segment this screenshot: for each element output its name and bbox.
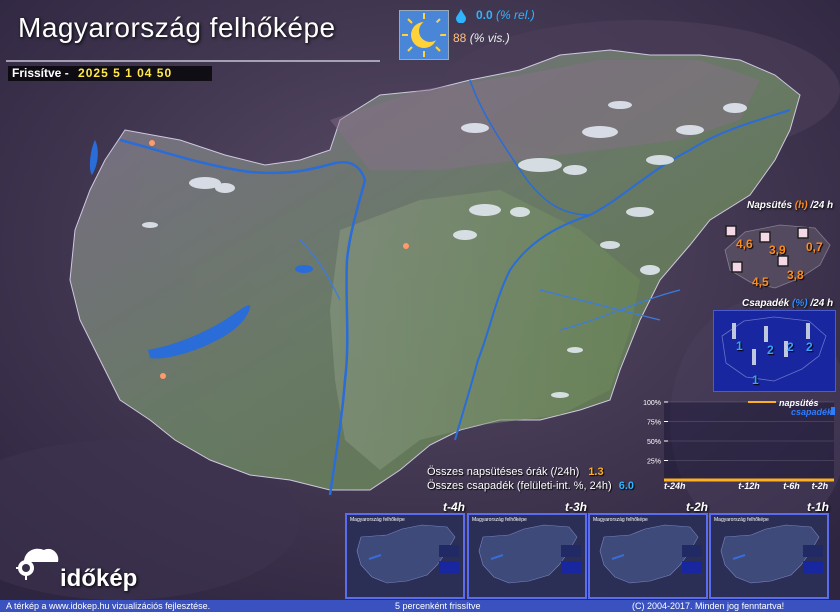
thumbnail-label: t-2h — [686, 500, 708, 514]
visible-cloud: 88 (% vis.) — [453, 31, 510, 45]
y-tick-label: 75% — [647, 420, 661, 427]
y-tick-label: 100% — [643, 400, 661, 407]
summary-precip-value: 6.0 — [618, 480, 634, 492]
precip-region-map — [713, 310, 836, 392]
thumbnail-title: Magyarország felhőképe — [472, 517, 527, 523]
sun-marker-icon — [759, 231, 771, 243]
thumbnail-label: t-4h — [443, 500, 465, 514]
vis-value: 88 — [453, 31, 467, 45]
rain-bar-icon — [732, 323, 736, 339]
sunshine-value-center: 3,9 — [769, 243, 786, 257]
rain-bar-icon — [806, 323, 810, 339]
x-tick-label: t-6h — [783, 481, 800, 490]
sunshine-title-suffix: /24 h — [810, 200, 834, 211]
sunshine-region-map — [724, 224, 831, 289]
thumbnail-map — [478, 524, 581, 584]
sunshine-title-unit: (h) — [794, 200, 808, 211]
updated-value: 2025 5 1 04 50 — [78, 66, 173, 80]
footer-update-interval: 5 percenként frissítve — [395, 601, 481, 611]
page-title: Magyarország felhőképe — [18, 12, 336, 43]
thumbnail-map — [356, 524, 459, 584]
sunshine-value-southeast: 3,8 — [787, 268, 804, 282]
sunshine-value-west: 4,6 — [736, 237, 753, 251]
legend-precip-label: csapadék — [791, 407, 833, 417]
rel-value: 0.0 — [476, 8, 493, 22]
precip-title-unit: (%) — [792, 298, 808, 309]
precip-value-southeast: 2 — [787, 340, 794, 354]
precip-value-center: 2 — [767, 343, 774, 357]
thumbnail-title: Magyarország felhőképe — [714, 517, 769, 523]
precip-title-suffix: /24 h — [810, 298, 834, 309]
sun-marker-icon — [731, 261, 743, 273]
x-tick-label: t-2h — [812, 481, 829, 490]
updated-bar: Frissítve - 2025 5 1 04 50 — [8, 66, 212, 81]
summary-sunshine: Összes napsütéses órák (/24h) 1.3 — [427, 466, 604, 478]
x-tick-label: t-12h — [738, 481, 760, 490]
thumbnail-title: Magyarország felhőképe — [593, 517, 648, 523]
sun-marker-icon — [797, 227, 809, 239]
precip-value-west: 1 — [736, 339, 743, 353]
water-drop-icon — [455, 9, 467, 24]
relative-humidity: 0.0 (% rel.) — [476, 8, 535, 22]
x-tick-label: t-24h — [664, 481, 686, 490]
cloud-map-view: Magyarország felhőképe Frissítve - 2025 … — [0, 0, 840, 612]
summary-sunshine-value: 1.3 — [588, 466, 604, 478]
precip-panel-title: Csapadék (%) /24 h — [742, 298, 833, 309]
updated-label: Frissítve - — [12, 66, 69, 80]
summary-precip: Összes csapadék (felületi-int. %, 24h) 6… — [427, 480, 634, 492]
y-tick-label: 50% — [647, 439, 661, 446]
thumbnail-map — [599, 524, 702, 584]
thumbnail-title: Magyarország felhőképe — [350, 517, 405, 523]
sunshine-value-east: 0,7 — [806, 240, 823, 254]
history-thumbnail[interactable]: Magyarország felhőképe — [588, 513, 708, 599]
sunshine-title-text: Napsütés — [747, 200, 793, 211]
rain-bar-icon — [764, 326, 768, 342]
footer-credit[interactable]: A térkép a www.idokep.hu vizualizációs f… — [6, 600, 210, 612]
y-tick-label: 25% — [647, 459, 661, 466]
logo-wordmark: időkép — [60, 565, 138, 592]
precip-value-east: 2 — [806, 340, 813, 354]
sun-moon-icon — [399, 10, 449, 60]
cloud-sun-logo-icon — [16, 540, 62, 585]
title-divider — [6, 60, 380, 62]
footer-copyright: (C) 2004-2017. Minden jog fenntartva! — [632, 601, 785, 611]
sun-marker-icon — [777, 255, 789, 267]
sun-marker-icon — [725, 225, 737, 237]
precip-title-text: Csapadék — [742, 298, 790, 309]
footer-bar: A térkép a www.idokep.hu vizualizációs f… — [0, 600, 840, 612]
thumbnail-map — [720, 524, 823, 584]
vis-unit: (% vis.) — [469, 31, 510, 45]
rain-bar-icon — [752, 349, 756, 365]
history-thumbnail[interactable]: Magyarország felhőképe — [709, 513, 829, 599]
history-thumbnail[interactable]: Magyarország felhőképe — [345, 513, 465, 599]
summary-sunshine-label: Összes napsütéses órák (/24h) — [427, 466, 580, 478]
history-chart: 100%75%50%25% t-24h t-12h t-6h t-2h napsüté… — [643, 398, 835, 490]
history-thumbnail[interactable]: Magyarország felhőképe — [467, 513, 587, 599]
rel-unit: (% rel.) — [496, 8, 535, 22]
lake-velence — [295, 265, 313, 273]
precip-value-southwest: 1 — [752, 373, 759, 387]
summary-precip-label: Összes csapadék (felületi-int. %, 24h) — [427, 480, 612, 492]
sunshine-panel-title: Napsütés (h) /24 h — [747, 200, 833, 211]
sunshine-value-southwest: 4,5 — [752, 275, 769, 289]
thumbnail-label: t-3h — [565, 500, 587, 514]
thumbnail-label: t-1h — [807, 500, 829, 514]
